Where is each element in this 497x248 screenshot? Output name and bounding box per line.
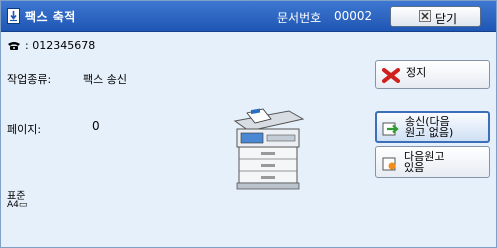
send-arrow-icon bbox=[382, 122, 399, 136]
stop-label: 정지 bbox=[406, 66, 427, 79]
job-number-label: 문서번호 bbox=[277, 11, 322, 25]
close-label: 닫기 bbox=[435, 12, 458, 26]
next-label: 다음원고 있음 bbox=[404, 151, 444, 173]
red-x-icon bbox=[382, 68, 400, 83]
paper-size-label: A4▭ bbox=[7, 200, 28, 210]
job-type-label: 작업종류: bbox=[7, 73, 52, 86]
pages-label: 페이지: bbox=[7, 123, 42, 136]
send-label-line2: 원고 없음) bbox=[405, 126, 454, 139]
fax-store-icon bbox=[7, 8, 20, 24]
pages-value: 0 bbox=[92, 119, 100, 133]
close-button[interactable]: 닫기 bbox=[390, 6, 481, 27]
fax-store-screen: 팩스 축적 문서번호 00002 닫기 : 012345678 작업종류: 팩스… bbox=[0, 0, 497, 248]
job-type-value: 팩스 송신 bbox=[83, 73, 127, 86]
job-number-value: 00002 bbox=[334, 9, 373, 23]
fax-number: : 012345678 bbox=[25, 39, 96, 52]
title-bar: 팩스 축적 문서번호 00002 닫기 bbox=[1, 1, 496, 32]
stop-button[interactable]: 정지 bbox=[375, 60, 490, 89]
send-label: 송신(다음 원고 없음) bbox=[405, 116, 453, 138]
send-no-more-originals-button[interactable]: 송신(다음 원고 없음) bbox=[375, 111, 490, 143]
telephone-icon bbox=[8, 42, 20, 50]
close-x-icon bbox=[419, 10, 431, 22]
screen-title: 팩스 축적 bbox=[25, 10, 76, 24]
next-label-line2: 있음 bbox=[404, 161, 425, 174]
multifunction-printer-icon bbox=[233, 108, 305, 190]
next-original-button[interactable]: 다음원고 있음 bbox=[375, 146, 490, 178]
next-original-icon bbox=[382, 157, 396, 171]
